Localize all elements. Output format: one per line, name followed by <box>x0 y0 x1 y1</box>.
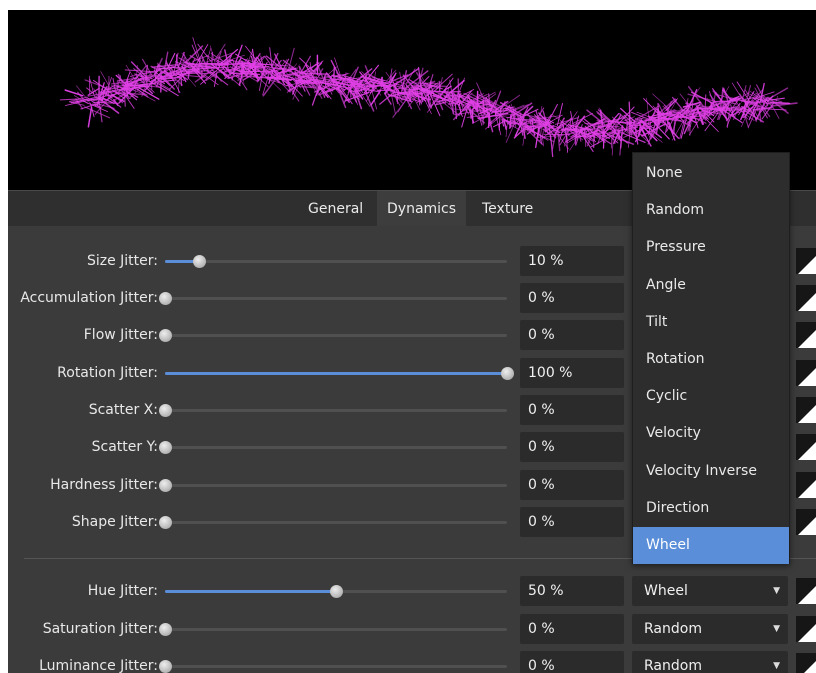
scatter-x-slider-thumb[interactable] <box>159 404 172 417</box>
saturation-jitter-controller-value: Random <box>644 621 702 637</box>
saturation-jitter-label: Saturation Jitter: <box>42 621 158 637</box>
dropdown-option-velocity-inverse[interactable]: Velocity Inverse <box>633 453 789 490</box>
size-jitter-curve-icon[interactable] <box>796 248 816 274</box>
dropdown-option-random[interactable]: Random <box>633 192 789 229</box>
rotation-jitter-curve-icon[interactable] <box>796 360 816 386</box>
flow-jitter-label: Flow Jitter: <box>83 327 158 343</box>
size-jitter-label: Size Jitter: <box>86 253 158 269</box>
scatter-y-slider-thumb[interactable] <box>159 441 172 454</box>
saturation-jitter-slider-thumb[interactable] <box>159 623 172 636</box>
dropdown-option-angle[interactable]: Angle <box>633 267 789 304</box>
luminance-jitter-label: Luminance Jitter: <box>39 658 158 673</box>
chevron-down-icon: ▼ <box>773 586 780 596</box>
shape-jitter-slider[interactable] <box>159 516 507 529</box>
scatter-y-label: Scatter Y: <box>91 439 158 455</box>
rotation-jitter-slider-thumb[interactable] <box>501 367 514 380</box>
hue-jitter-slider[interactable] <box>165 585 507 598</box>
saturation-jitter-row: Saturation Jitter: 0 % Random ▼ <box>8 610 816 648</box>
hue-jitter-curve-icon[interactable] <box>796 578 816 604</box>
brush-editor: General Dynamics Texture Size Jitter: 10 … <box>8 10 816 673</box>
hardness-jitter-curve-icon[interactable] <box>796 472 816 498</box>
flow-jitter-curve-icon[interactable] <box>796 322 816 348</box>
hue-jitter-controller-select[interactable]: Wheel ▼ <box>632 576 788 606</box>
dropdown-option-none[interactable]: None <box>633 155 789 192</box>
size-jitter-slider[interactable] <box>165 255 507 268</box>
hue-jitter-controller-value: Wheel <box>644 583 688 599</box>
hue-jitter-value-field[interactable]: 50 % <box>520 576 624 606</box>
dropdown-option-tilt[interactable]: Tilt <box>633 304 789 341</box>
rotation-jitter-value-field[interactable]: 100 % <box>520 358 624 388</box>
luminance-jitter-slider[interactable] <box>159 660 507 673</box>
luminance-jitter-curve-icon[interactable] <box>796 653 816 673</box>
rotation-jitter-slider[interactable] <box>165 367 514 380</box>
scatter-x-label: Scatter X: <box>88 402 158 418</box>
hue-jitter-label: Hue Jitter: <box>87 583 158 599</box>
accumulation-jitter-slider-thumb[interactable] <box>159 292 172 305</box>
luminance-jitter-controller-value: Random <box>644 658 702 673</box>
dropdown-option-cyclic[interactable]: Cyclic <box>633 378 789 415</box>
size-jitter-value-field[interactable]: 10 % <box>520 246 624 276</box>
shape-jitter-label: Shape Jitter: <box>71 514 158 530</box>
hardness-jitter-slider[interactable] <box>159 479 507 492</box>
saturation-jitter-curve-icon[interactable] <box>796 616 816 642</box>
rotation-jitter-slider-fill <box>165 372 507 375</box>
chevron-down-icon: ▼ <box>773 624 780 634</box>
luminance-jitter-controller-select[interactable]: Random ▼ <box>632 651 788 673</box>
scatter-y-value-field[interactable]: 0 % <box>520 432 624 462</box>
hue-jitter-slider-fill <box>165 590 336 593</box>
controller-dropdown-menu: None Random Pressure Angle Tilt Rotation Cycli… <box>632 152 790 564</box>
flow-jitter-slider-thumb[interactable] <box>159 329 172 342</box>
scatter-x-value-field[interactable]: 0 % <box>520 395 624 425</box>
luminance-jitter-slider-thumb[interactable] <box>159 660 172 673</box>
hue-jitter-slider-thumb[interactable] <box>330 585 343 598</box>
hue-jitter-row: Hue Jitter: 50 % Wheel ▼ <box>8 572 816 610</box>
hardness-jitter-label: Hardness Jitter: <box>50 477 158 493</box>
rotation-jitter-label: Rotation Jitter: <box>57 365 158 381</box>
dropdown-option-velocity[interactable]: Velocity <box>633 415 789 452</box>
accumulation-jitter-curve-icon[interactable] <box>796 285 816 311</box>
saturation-jitter-value-field[interactable]: 0 % <box>520 614 624 644</box>
saturation-jitter-slider[interactable] <box>159 623 507 636</box>
shape-jitter-slider-thumb[interactable] <box>159 516 172 529</box>
dropdown-option-direction[interactable]: Direction <box>633 490 789 527</box>
tab-general[interactable]: General <box>298 191 373 227</box>
tab-texture[interactable]: Texture <box>472 191 543 227</box>
hardness-jitter-value-field[interactable]: 0 % <box>520 470 624 500</box>
flow-jitter-slider[interactable] <box>159 329 507 342</box>
chevron-down-icon: ▼ <box>773 661 780 671</box>
scatter-x-slider[interactable] <box>159 404 507 417</box>
hardness-jitter-slider-thumb[interactable] <box>159 479 172 492</box>
shape-jitter-curve-icon[interactable] <box>796 509 816 535</box>
scatter-x-curve-icon[interactable] <box>796 397 816 423</box>
flow-jitter-value-field[interactable]: 0 % <box>520 320 624 350</box>
saturation-jitter-controller-select[interactable]: Random ▼ <box>632 614 788 644</box>
dropdown-option-pressure[interactable]: Pressure <box>633 229 789 266</box>
tab-dynamics[interactable]: Dynamics <box>377 191 467 227</box>
size-jitter-slider-thumb[interactable] <box>193 255 207 268</box>
accumulation-jitter-slider[interactable] <box>159 292 507 305</box>
scatter-y-curve-icon[interactable] <box>796 434 816 460</box>
accumulation-jitter-value-field[interactable]: 0 % <box>520 283 624 313</box>
dropdown-option-rotation[interactable]: Rotation <box>633 341 789 378</box>
scatter-y-slider[interactable] <box>159 441 507 454</box>
luminance-jitter-value-field[interactable]: 0 % <box>520 651 624 673</box>
accumulation-jitter-label: Accumulation Jitter: <box>20 290 158 306</box>
shape-jitter-value-field[interactable]: 0 % <box>520 507 624 537</box>
luminance-jitter-row: Luminance Jitter: 0 % Random ▼ <box>8 647 816 673</box>
dropdown-option-wheel[interactable]: Wheel <box>633 527 789 564</box>
